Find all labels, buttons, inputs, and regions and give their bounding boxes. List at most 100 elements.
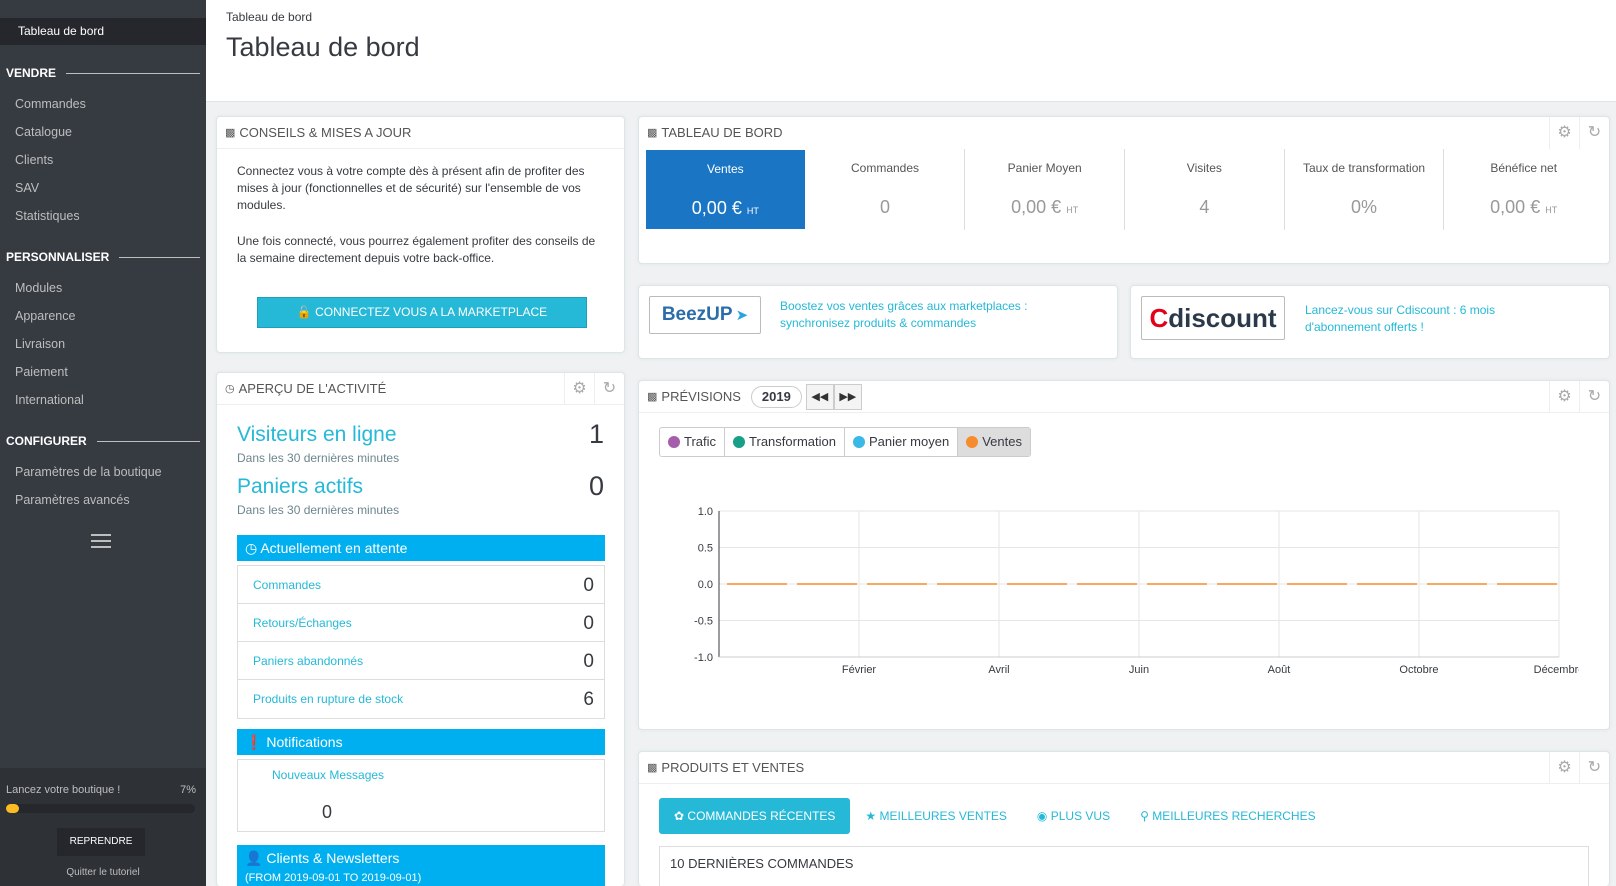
- sidebar-item-commandes[interactable]: Commandes: [15, 97, 86, 111]
- bar-chart-icon: ▩: [647, 761, 658, 774]
- refresh-icon[interactable]: ↻: [1579, 381, 1609, 413]
- kpi-value: 0: [880, 197, 891, 217]
- pending-title: Actuellement en attente: [260, 540, 408, 556]
- refresh-icon[interactable]: ↻: [594, 373, 624, 405]
- sidebar-item-statistiques[interactable]: Statistiques: [15, 209, 80, 223]
- x-tick-label: Octobre: [1399, 664, 1438, 676]
- notifications-header: ❗ Notifications: [237, 729, 605, 755]
- tips-panel-header: ▩ CONSEILS & MISES A JOUR: [217, 117, 624, 149]
- abandoned-carts-value: 0: [583, 651, 594, 672]
- legend-dot: [966, 436, 979, 448]
- sidebar-item-sav[interactable]: SAV: [15, 181, 39, 195]
- tab-recent-orders[interactable]: ✿ COMMANDES RÉCENTES: [659, 798, 851, 834]
- kpi-orders[interactable]: Commandes 0: [806, 149, 966, 230]
- alert-icon: ❗: [245, 734, 263, 750]
- page-title: Tableau de bord: [226, 32, 420, 62]
- beezup-text[interactable]: Boostez vos ventes grâces aux marketplac…: [780, 298, 1080, 332]
- refresh-icon[interactable]: ↻: [1579, 752, 1609, 784]
- visitors-online-value: 1: [588, 419, 604, 449]
- tips-paragraph-2: Une fois connecté, vous pourrez égalemen…: [237, 234, 596, 265]
- cdiscount-panel[interactable]: Cdiscount Lancez-vous sur Cdiscount : 6 …: [1130, 285, 1610, 359]
- breadcrumb[interactable]: Tableau de bord: [226, 10, 312, 24]
- y-tick-label: 1.0: [698, 506, 713, 518]
- kpi-sales[interactable]: Ventes 0,00 € HT: [645, 149, 806, 230]
- kpi-value: 0,00 € HT: [1490, 197, 1558, 217]
- new-messages-value: 0: [322, 802, 333, 822]
- prev-year-button[interactable]: ◀◀: [805, 383, 834, 410]
- active-carts-value: 0: [588, 471, 604, 501]
- kpi-net-profit[interactable]: Bénéfice net 0,00 € HT: [1444, 149, 1603, 230]
- active-carts-link[interactable]: Paniers actifs: [237, 475, 363, 499]
- kpi-average-cart[interactable]: Panier Moyen 0,00 € HT: [965, 149, 1126, 230]
- sidebar-item-catalogue[interactable]: Catalogue: [15, 125, 72, 139]
- sidebar-item-paiement[interactable]: Paiement: [15, 365, 68, 379]
- sidebar-item-livraison[interactable]: Livraison: [15, 337, 65, 351]
- kpi-label: Commandes: [850, 161, 920, 175]
- year-badge: 2019: [750, 385, 802, 408]
- kpi-visits[interactable]: Visites 4: [1125, 149, 1285, 230]
- y-tick-label: 0.0: [698, 579, 713, 591]
- y-tick-label: 0.5: [698, 543, 713, 555]
- legend-traffic[interactable]: Trafic: [660, 428, 726, 456]
- dashboard-tools: ⚙ ↻: [1549, 117, 1609, 149]
- sidebar-section-configurer: CONFIGURER: [6, 434, 200, 448]
- list-item: Paniers abandonnés 0: [238, 642, 604, 680]
- sidebar: Tableau de bord VENDRE Commandes Catalog…: [0, 0, 206, 886]
- kpi-value: 0,00 € HT: [1011, 197, 1079, 217]
- sidebar-item-dashboard[interactable]: Tableau de bord: [0, 18, 206, 45]
- quit-tutorial-link[interactable]: Quitter le tutoriel: [0, 867, 206, 878]
- sidebar-item-parametres-boutique[interactable]: Paramètres de la boutique: [15, 465, 162, 479]
- sidebar-item-international[interactable]: International: [15, 393, 84, 407]
- legend-average-cart[interactable]: Panier moyen: [845, 428, 959, 456]
- gear-icon[interactable]: ⚙: [1549, 117, 1579, 149]
- launch-percent: 7%: [180, 784, 196, 796]
- fire-icon: ✿: [674, 809, 685, 823]
- pending-orders-link[interactable]: Commandes: [253, 578, 321, 592]
- x-tick-label: Décembre: [1534, 664, 1579, 676]
- refresh-icon[interactable]: ↻: [1579, 117, 1609, 149]
- gear-icon[interactable]: ⚙: [564, 373, 594, 405]
- tab-top-searches[interactable]: ⚲ MEILLEURES RECHERCHES: [1125, 798, 1331, 834]
- visitors-online-link[interactable]: Visiteurs en ligne: [237, 423, 397, 447]
- search-icon: ⚲: [1140, 809, 1149, 823]
- kpi-label: Ventes: [706, 162, 744, 176]
- resume-button[interactable]: REPRENDRE: [57, 828, 145, 856]
- kpi-value: 0,00 € HT: [691, 198, 759, 218]
- pending-list: Commandes 0 Retours/Échanges 0 Paniers a…: [237, 565, 605, 719]
- menu-collapse-icon[interactable]: [91, 534, 111, 552]
- active-carts-sub: Dans les 30 dernières minutes: [237, 503, 400, 517]
- trophy-icon: ★: [865, 809, 877, 823]
- pending-returns-link[interactable]: Retours/Échanges: [253, 616, 352, 630]
- kpi-label: Panier Moyen: [1007, 161, 1082, 175]
- gear-icon[interactable]: ⚙: [1549, 381, 1579, 413]
- marketplace-connect-button[interactable]: 🔓 CONNECTEZ VOUS A LA MARKETPLACE PRESTA…: [257, 297, 587, 348]
- legend-conversion[interactable]: Transformation: [725, 428, 845, 456]
- legend-dot: [733, 436, 746, 448]
- beezup-panel[interactable]: BeezUP ➤ Boostez vos ventes grâces aux m…: [638, 285, 1118, 359]
- list-item: Produits en rupture de stock 6: [238, 680, 604, 718]
- tab-best-sellers[interactable]: ★ MEILLEURES VENTES: [850, 798, 1021, 834]
- next-year-button[interactable]: ▶▶: [833, 383, 862, 410]
- cdiscount-text[interactable]: Lancez-vous sur Cdiscount : 6 mois d'abo…: [1305, 302, 1525, 336]
- new-messages-link[interactable]: Nouveaux Messages: [272, 768, 384, 782]
- kpi-value: 4: [1199, 197, 1210, 217]
- abandoned-carts-link[interactable]: Paniers abandonnés: [253, 654, 363, 668]
- previsions-title: PRÉVISIONS: [661, 388, 741, 404]
- sidebar-item-parametres-avances[interactable]: Paramètres avancés: [15, 493, 130, 507]
- recent-orders-box: 10 DERNIÈRES COMMANDES: [659, 846, 1589, 886]
- previsions-panel: ▩ PRÉVISIONS 2019 ◀◀ ▶▶ ⚙ ↻ Trafic Trans…: [638, 380, 1610, 730]
- sidebar-item-apparence[interactable]: Apparence: [15, 309, 75, 323]
- tab-most-viewed[interactable]: ◉ PLUS VUS: [1022, 798, 1125, 834]
- kpi-row: Ventes 0,00 € HT Commandes 0 Panier Moye…: [645, 149, 1603, 230]
- legend-sales[interactable]: Ventes: [958, 428, 1030, 456]
- user-icon: 👤: [245, 850, 263, 866]
- clock-icon: ◷: [225, 382, 235, 395]
- activity-tools: ⚙ ↻: [564, 373, 624, 405]
- kpi-conversion-rate[interactable]: Taux de transformation 0%: [1285, 149, 1445, 230]
- kpi-label: Taux de transformation: [1302, 161, 1426, 175]
- sidebar-item-modules[interactable]: Modules: [15, 281, 62, 295]
- gear-icon[interactable]: ⚙: [1549, 752, 1579, 784]
- recent-orders-title: 10 DERNIÈRES COMMANDES: [670, 856, 854, 871]
- out-of-stock-link[interactable]: Produits en rupture de stock: [253, 692, 403, 706]
- sidebar-item-clients[interactable]: Clients: [15, 153, 53, 167]
